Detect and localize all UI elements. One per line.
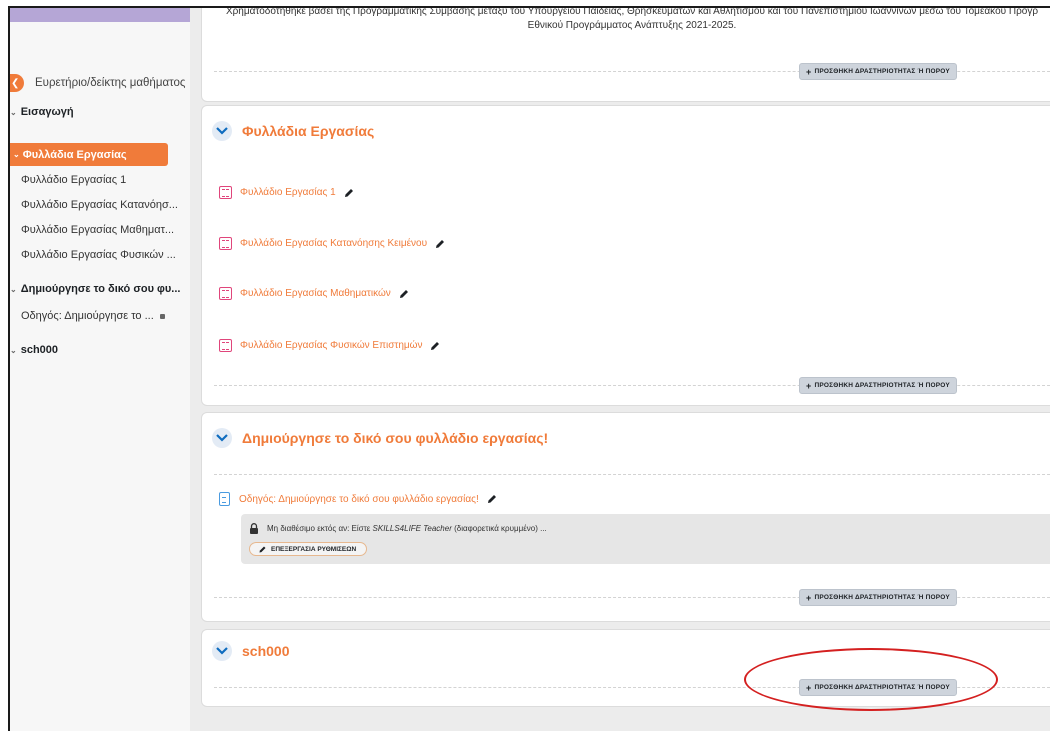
activity-worksheet-math[interactable]: Φυλλάδιο Εργασίας Μαθηματικών [219,287,410,300]
sidebar-item-worksheet-science[interactable]: Φυλλάδιο Εργασίας Φυσικών ... [21,249,176,261]
sidebar-item-worksheet-comprehension[interactable]: Φυλλάδιο Εργασίας Κατανόησ... [21,199,178,211]
edit-pencil-icon[interactable] [429,340,441,352]
chevron-down-icon: ⌄ [13,150,20,159]
sidebar-section-intro[interactable]: ⌄ Εισαγωγή [10,106,74,118]
activity-link[interactable]: Φυλλάδιο Εργασίας Μαθηματικών [240,288,391,299]
restriction-prefix: Μη διαθέσιμο εκτός αν: Είστε [267,524,371,533]
edit-pencil-icon[interactable] [434,238,446,250]
add-activity-button[interactable]: + ΠΡΟΣΘΗΚΗ ΔΡΑΣΤΗΡΙΟΤΗΤΑΣ Ή ΠΟΡΟΥ [799,63,957,80]
activity-guide[interactable]: Οδηγός: Δημιούργησε το δικό σου φυλλάδιο… [219,492,498,506]
section-header[interactable]: Φυλλάδια Εργασίας [212,121,374,141]
close-drawer-icon[interactable]: ❮ [10,74,24,92]
sidebar-item-label: Οδηγός: Δημιούργησε το ... [21,310,154,322]
sidebar-item-worksheet-math[interactable]: Φυλλάδιο Εργασίας Μαθηματ... [21,224,174,236]
edit-pencil-icon[interactable] [398,288,410,300]
restriction-info: Μη διαθέσιμο εκτός αν: Είστε SKILLS4LIFE… [241,514,1050,564]
course-index-sidebar: ❮ Ευρετήριο/δείκτης μαθήματος ⌄ Εισαγωγή … [10,22,190,731]
funding-note: Χρηματοδοτήθηκε βάσει της Προγραμματικής… [202,6,1050,33]
section-sch000: sch000 + ΠΡΟΣΘΗΚΗ ΔΡΑΣΤΗΡΙΟΤΗΤΑΣ Ή ΠΟΡΟΥ [201,629,1050,707]
activity-link[interactable]: Οδηγός: Δημιούργησε το δικό σου φυλλάδιο… [239,494,479,505]
add-activity-label: ΠΡΟΣΘΗΚΗ ΔΡΑΣΤΗΡΙΟΤΗΤΑΣ Ή ΠΟΡΟΥ [814,594,950,601]
funding-note-line2: Εθνικού Προγράμματος Ανάπτυξης 2021-2025… [527,20,737,31]
section-title[interactable]: Φυλλάδια Εργασίας [242,123,374,139]
course-index-toggle[interactable]: ❮ Ευρετήριο/δείκτης μαθήματος [10,74,185,92]
activity-link[interactable]: Φυλλάδιο Εργασίας Φυσικών Επιστημών [240,340,422,351]
worksheet-icon [219,287,232,300]
sidebar-section-label: Δημιούργησε το δικό σου φυ... [20,283,181,295]
worksheet-icon [219,186,232,199]
page-icon [219,492,230,506]
plus-icon: + [806,592,812,603]
restriction-text: Μη διαθέσιμο εκτός αν: Είστε SKILLS4LIFE… [249,523,547,534]
chevron-down-icon[interactable] [212,641,232,661]
activity-worksheet-science[interactable]: Φυλλάδιο Εργασίας Φυσικών Επιστημών [219,339,441,352]
add-activity-button[interactable]: + ΠΡΟΣΘΗΚΗ ΔΡΑΣΤΗΡΙΟΤΗΤΑΣ Ή ΠΟΡΟΥ [799,377,957,394]
activity-link[interactable]: Φυλλάδιο Εργασίας 1 [240,187,336,198]
sidebar-item-worksheet-1[interactable]: Φυλλάδιο Εργασίας 1 [21,174,126,186]
chevron-down-icon: ⌄ [10,346,17,355]
edit-settings-button[interactable]: ΕΠΕΞΕΡΓΑΣΙΑ ΡΥΘΜΙΣΕΩΝ [249,542,368,556]
sidebar-item-guide[interactable]: Οδηγός: Δημιούργησε το ... [21,310,165,322]
divider [214,474,1050,475]
chevron-down-icon: ⌄ [10,108,17,117]
section-title[interactable]: sch000 [242,643,289,659]
edit-pencil-icon [259,546,266,552]
restriction-role: SKILLS4LIFE Teacher [372,524,452,533]
funding-note-line1: Χρηματοδοτήθηκε βάσει της Προγραμματικής… [225,6,1039,17]
restriction-suffix: (διαφορετικά κρυμμένο) ... [454,524,547,533]
activity-worksheet-1[interactable]: Φυλλάδιο Εργασίας 1 [219,186,355,199]
section-create-own: Δημιούργησε το δικό σου φυλλάδιο εργασία… [201,412,1050,622]
lock-icon [250,523,258,534]
edit-pencil-icon[interactable] [343,187,355,199]
course-index-label: Ευρετήριο/δείκτης μαθήματος [35,77,186,89]
plus-icon: + [806,682,812,693]
chevron-down-icon[interactable] [212,121,232,141]
sidebar-section-label: Εισαγωγή [20,106,74,118]
sidebar-section-create-own[interactable]: ⌄ Δημιούργησε το δικό σου φυ... [10,283,180,295]
worksheet-icon [219,237,232,250]
plus-icon: + [806,380,812,391]
activity-link[interactable]: Φυλλάδιο Εργασίας Κατανόησης Κειμένου [240,238,427,249]
add-activity-button[interactable]: + ΠΡΟΣΘΗΚΗ ΔΡΑΣΤΗΡΙΟΤΗΤΑΣ Ή ΠΟΡΟΥ [799,589,957,606]
app-frame: ❮ Ευρετήριο/δείκτης μαθήματος ⌄ Εισαγωγή … [8,6,1050,731]
course-content: Χρηματοδοτήθηκε βάσει της Προγραμματικής… [190,8,1050,731]
edit-settings-label: ΕΠΕΞΕΡΓΑΣΙΑ ΡΥΘΜΙΣΕΩΝ [271,545,357,553]
chevron-down-icon: ⌄ [10,285,17,294]
add-activity-label: ΠΡΟΣΘΗΚΗ ΔΡΑΣΤΗΡΙΟΤΗΤΑΣ Ή ΠΟΡΟΥ [814,684,950,691]
add-activity-button[interactable]: + ΠΡΟΣΘΗΚΗ ΔΡΑΣΤΗΡΙΟΤΗΤΑΣ Ή ΠΟΡΟΥ [799,679,957,696]
add-activity-label: ΠΡΟΣΘΗΚΗ ΔΡΑΣΤΗΡΙΟΤΗΤΑΣ Ή ΠΟΡΟΥ [814,68,950,75]
sidebar-section-sch000[interactable]: ⌄ sch000 [10,344,58,356]
chevron-down-icon[interactable] [212,428,232,448]
sidebar-section-worksheets[interactable]: ⌄ Φυλλάδια Εργασίας [10,143,168,166]
worksheet-icon [219,339,232,352]
section-header[interactable]: Δημιούργησε το δικό σου φυλλάδιο εργασία… [212,428,548,448]
edit-pencil-icon[interactable] [486,493,498,505]
activity-worksheet-comprehension[interactable]: Φυλλάδιο Εργασίας Κατανόησης Κειμένου [219,237,446,250]
lock-icon [159,313,165,319]
sidebar-section-label: Φυλλάδια Εργασίας [22,148,127,161]
section-worksheets: Φυλλάδια Εργασίας Φυλλάδιο Εργασίας 1 Φυ… [201,105,1050,406]
intro-section: Χρηματοδοτήθηκε βάσει της Προγραμματικής… [201,6,1050,102]
sidebar-section-label: sch000 [20,344,59,356]
section-header[interactable]: sch000 [212,641,289,661]
section-title[interactable]: Δημιούργησε το δικό σου φυλλάδιο εργασία… [242,430,548,446]
plus-icon: + [806,66,812,77]
add-activity-label: ΠΡΟΣΘΗΚΗ ΔΡΑΣΤΗΡΙΟΤΗΤΑΣ Ή ΠΟΡΟΥ [814,382,950,389]
